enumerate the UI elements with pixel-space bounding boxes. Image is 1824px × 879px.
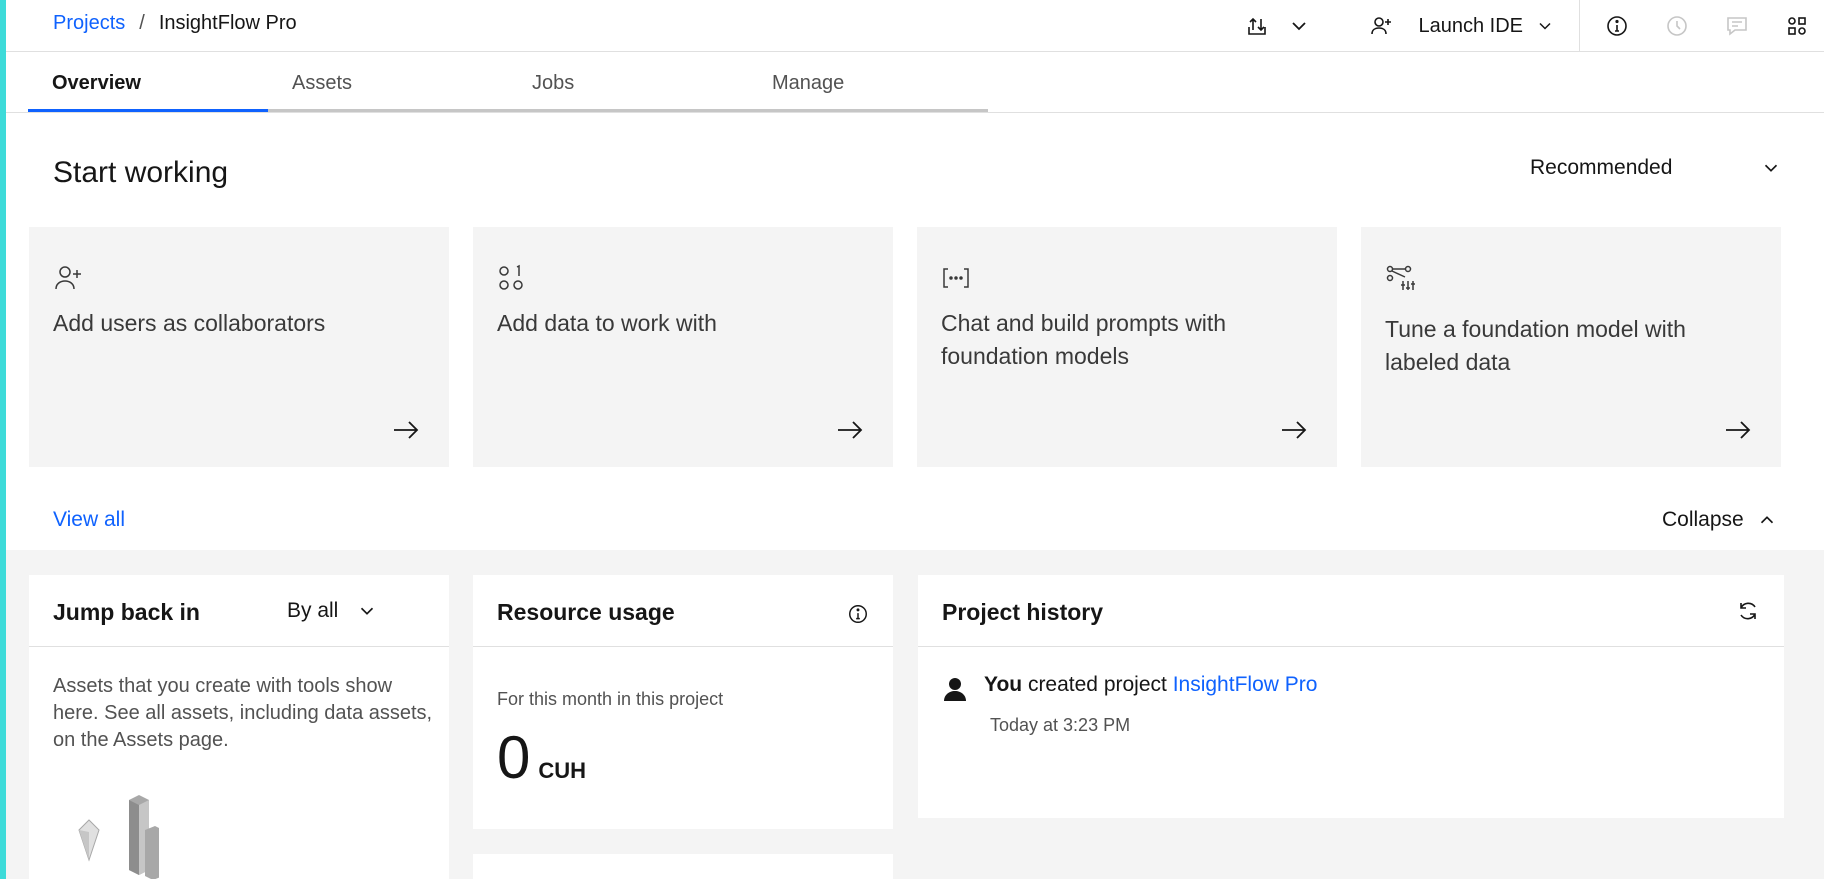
add-user-icon — [1371, 17, 1392, 35]
card-title: Add users as collaborators — [53, 310, 326, 336]
chevron-down-icon — [361, 607, 374, 615]
tuning-icon — [1385, 263, 1415, 293]
chevron-up-icon — [1760, 516, 1773, 524]
add-user-icon — [53, 263, 83, 293]
collapse-label: Collapse — [1662, 508, 1744, 531]
start-working-cards: Add users as collaborators Add data to w… — [29, 227, 1781, 467]
breadcrumb-separator: / — [139, 12, 145, 34]
refresh-icon[interactable] — [1736, 599, 1760, 623]
import-export-icon — [1248, 17, 1267, 35]
apps-button[interactable] — [1776, 5, 1818, 47]
by-all-dropdown[interactable]: By all — [287, 599, 378, 623]
prompt-icon — [941, 263, 971, 293]
history-action: created project — [1022, 673, 1173, 696]
arrow-right-icon — [1726, 421, 1751, 439]
panel-header: Resource usage — [473, 575, 893, 647]
card-title: Add data to work with — [497, 310, 717, 336]
arrow-right-icon — [394, 421, 419, 439]
tabs-divider — [6, 112, 1824, 113]
panel-header: Jump back in By all — [29, 575, 449, 647]
tab-list: Overview Assets Jobs Manage — [28, 64, 988, 112]
history-icon — [1667, 16, 1687, 36]
recommended-dropdown[interactable]: Recommended — [1530, 154, 1782, 182]
chevron-down-icon — [1292, 22, 1307, 31]
project-history-title: Project history — [942, 599, 1104, 625]
dashboard-area: Jump back in By all Assets that you crea… — [6, 550, 1824, 879]
info-icon[interactable] — [847, 603, 869, 625]
import-export-button[interactable] — [1236, 5, 1278, 47]
jump-back-in-panel: Jump back in By all Assets that you crea… — [29, 575, 449, 879]
header-divider — [1579, 0, 1580, 52]
resource-usage-title: Resource usage — [497, 599, 675, 625]
chevron-down-icon — [1539, 22, 1551, 30]
apps-icon — [1788, 17, 1806, 35]
empty-state-illustration — [78, 795, 159, 879]
arrow-right-icon — [838, 421, 863, 439]
tab-manage[interactable]: Manage — [748, 64, 988, 112]
resource-usage-number: 0 — [497, 724, 531, 791]
history-actor: You — [984, 673, 1023, 696]
tab-jobs[interactable]: Jobs — [508, 64, 748, 112]
import-export-dropdown-button[interactable] — [1278, 5, 1320, 47]
arrow-right-icon — [1282, 421, 1307, 439]
comment-icon — [1727, 17, 1747, 36]
card-chat-prompts[interactable]: Chat and build prompts with foundation m… — [917, 227, 1337, 467]
chevron-down-icon — [1764, 164, 1778, 172]
resource-usage-unit: CUH — [538, 758, 587, 783]
tab-overview[interactable]: Overview — [28, 64, 268, 112]
jump-back-description: Assets that you create with tools show h… — [53, 675, 433, 751]
by-all-label: By all — [287, 599, 339, 622]
jump-back-in-title: Jump back in — [53, 599, 200, 625]
comments-button[interactable] — [1716, 5, 1758, 47]
history-timestamp: Today at 3:23 PM — [990, 715, 1131, 735]
resource-usage-value: 0 CUH — [497, 725, 586, 791]
history-project-link[interactable]: InsightFlow Pro — [1173, 673, 1318, 696]
project-history-panel: Project history You created project Insi… — [918, 575, 1784, 818]
resource-usage-panel: Resource usage For this month in this pr… — [473, 575, 893, 829]
breadcrumb-projects-link[interactable]: Projects — [53, 12, 125, 35]
breadcrumb-current: InsightFlow Pro — [158, 12, 297, 34]
info-icon — [1607, 16, 1627, 36]
top-actions: Launch IDE — [1236, 0, 1824, 52]
start-working-title: Start working — [53, 156, 229, 189]
card-tune-model[interactable]: Tune a foundation model with labeled dat… — [1361, 227, 1781, 467]
history-entry: You created project InsightFlow Pro — [984, 673, 1317, 697]
view-all-link[interactable]: View all — [53, 508, 125, 532]
collapse-button[interactable]: Collapse — [1662, 508, 1778, 532]
info-button[interactable] — [1596, 5, 1638, 47]
card-add-users[interactable]: Add users as collaborators — [29, 227, 449, 467]
secondary-panel — [473, 854, 893, 879]
breadcrumb: Projects / InsightFlow Pro — [53, 12, 297, 35]
card-title: Tune a foundation model with labeled dat… — [1385, 316, 1686, 375]
user-avatar-icon — [944, 678, 966, 701]
card-title: Chat and build prompts with foundation m… — [941, 310, 1227, 369]
resource-usage-subtitle: For this month in this project — [497, 689, 724, 709]
history-button[interactable] — [1656, 5, 1698, 47]
top-bar: Projects / InsightFlow Pro Launch IDE — [6, 0, 1824, 52]
recommended-label: Recommended — [1530, 156, 1673, 179]
tab-assets[interactable]: Assets — [268, 64, 508, 112]
add-collaborator-button[interactable] — [1360, 5, 1402, 47]
launch-ide-label: Launch IDE — [1418, 14, 1523, 37]
panel-header: Project history — [918, 575, 1784, 647]
data-icon — [497, 263, 527, 293]
launch-ide-button[interactable]: Launch IDE — [1418, 15, 1555, 38]
card-add-data[interactable]: Add data to work with — [473, 227, 893, 467]
